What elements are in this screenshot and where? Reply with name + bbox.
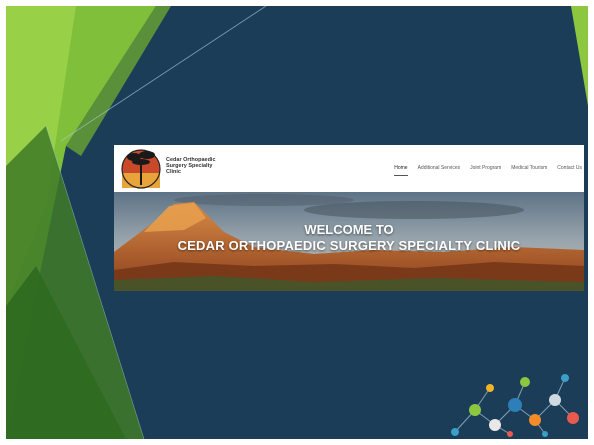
nav-home[interactable]: Home bbox=[394, 165, 408, 176]
nav-joint-program[interactable]: Joint Program bbox=[470, 165, 501, 176]
nav-additional-services[interactable]: Additional Services bbox=[418, 165, 461, 176]
hero-welcome-text: WELCOME TO bbox=[304, 222, 394, 237]
site-navigation: Home Additional Services Joint Program M… bbox=[394, 165, 582, 176]
nav-contact-us[interactable]: Contact Us bbox=[557, 165, 582, 176]
site-header: Cedar Orthopaedic Surgery Specialty Clin… bbox=[114, 145, 584, 192]
clinic-name-line: Clinic bbox=[166, 169, 181, 175]
nav-medical-tourism[interactable]: Medical Tourism bbox=[511, 165, 547, 176]
hero-banner: WELCOME TO CEDAR ORTHOPAEDIC SURGERY SPE… bbox=[114, 192, 584, 291]
website-screenshot: Cedar Orthopaedic Surgery Specialty Clin… bbox=[114, 145, 584, 291]
clinic-name: Cedar Orthopaedic Surgery Specialty Clin… bbox=[166, 157, 238, 175]
logo-tree-icon bbox=[121, 149, 161, 189]
hero-clinic-title: CEDAR ORTHOPAEDIC SURGERY SPECIALTY CLIN… bbox=[177, 238, 521, 253]
network-graphic-icon bbox=[451, 374, 579, 437]
